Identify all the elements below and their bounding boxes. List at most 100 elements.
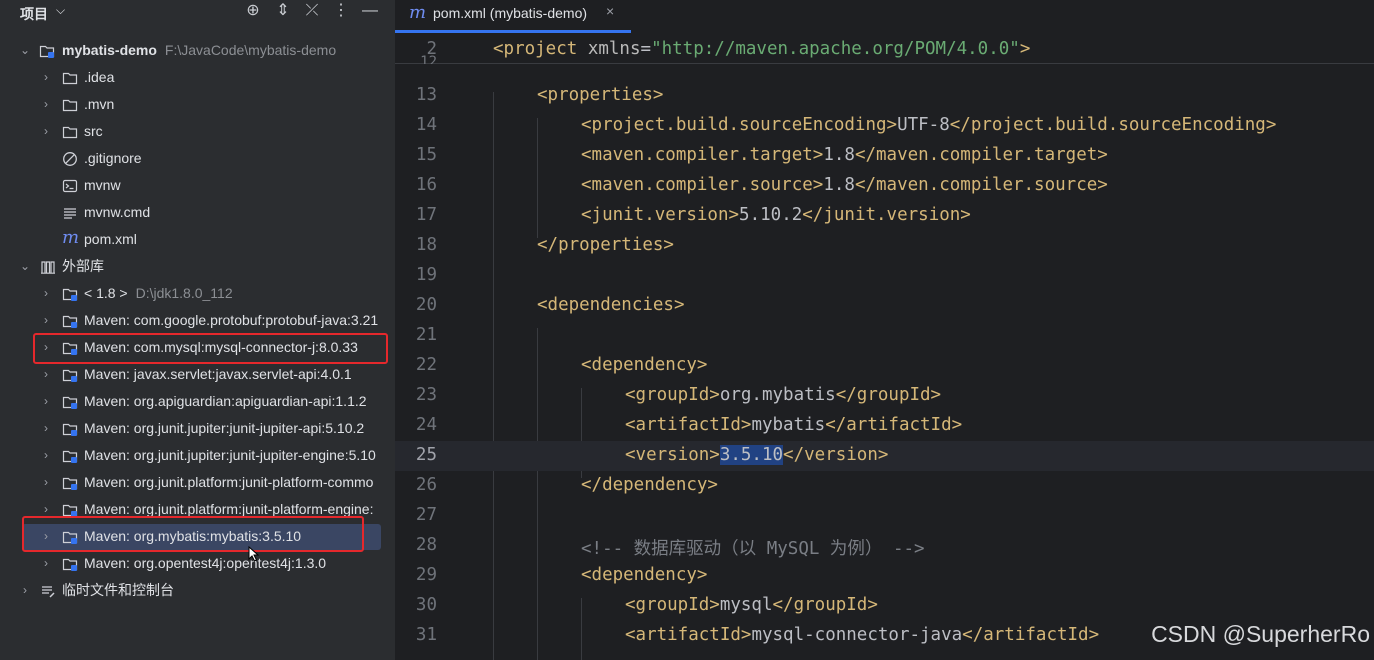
tree-row-jdk[interactable]: › < 1.8 > D:\jdk1.8.0_112 <box>0 280 395 307</box>
tree-row-mvnw-cmd[interactable]: mvnw.cmd <box>0 199 395 226</box>
tree-label: < 1.8 > <box>84 285 128 301</box>
project-panel-title[interactable]: 项目 <box>20 4 48 24</box>
code-line[interactable]: 22 <dependency> <box>395 351 1374 381</box>
tree-path-hint: F:\JavaCode\mybatis-demo <box>164 42 337 58</box>
chevron-right-icon[interactable]: › <box>40 123 52 139</box>
line-number: 21 <box>415 325 437 345</box>
line-number: 26 <box>415 475 437 495</box>
tree-row-maven-library[interactable]: › Maven: javax.servlet:javax.servlet-api… <box>0 361 395 388</box>
code-text: <dependency> <box>581 355 708 375</box>
chevron-right-icon[interactable]: › <box>40 420 52 436</box>
tree-row-maven-library[interactable]: › Maven: org.junit.platform:junit-platfo… <box>0 469 395 496</box>
tree-row-maven-library[interactable]: › Maven: org.junit.jupiter:junit-jupiter… <box>0 442 395 469</box>
code-text: <dependencies> <box>537 295 685 315</box>
tree-row-maven-library[interactable]: › Maven: org.apiguardian:apiguardian-api… <box>0 388 395 415</box>
tree-path-hint: D:\jdk1.8.0_112 <box>135 285 233 301</box>
code-text: <artifactId>mybatis</artifactId> <box>625 415 963 435</box>
code-line[interactable]: 19 <box>395 261 1374 291</box>
chevron-right-icon[interactable]: › <box>40 285 52 301</box>
code-line[interactable]: 27 <box>395 501 1374 531</box>
code-line[interactable]: 21 <box>395 321 1374 351</box>
tree-label: Maven: org.junit.jupiter:junit-jupiter-a… <box>84 420 365 436</box>
code-line[interactable]: 13 <properties> <box>395 81 1374 111</box>
tree-row-project-root[interactable]: ⌄ mybatis-demo F:\JavaCode\mybatis-demo <box>0 37 395 64</box>
tree-row-mvn[interactable]: › .mvn <box>0 91 395 118</box>
tree-row-external-libraries[interactable]: ⌄ 外部库 <box>0 253 395 280</box>
maven-library-icon <box>62 369 78 382</box>
code-text: <maven.compiler.source>1.8</maven.compil… <box>581 175 1108 195</box>
code-line[interactable]: 18 </properties> <box>395 231 1374 261</box>
code-line[interactable]: 16 <maven.compiler.source>1.8</maven.comp… <box>395 171 1374 201</box>
code-text: <dependency> <box>581 565 708 585</box>
code-comment: <!-- 数据库驱动（以 MySQL 为例） --> <box>581 539 925 559</box>
code-text: </properties> <box>537 235 674 255</box>
code-line[interactable]: 28 <!-- 数据库驱动（以 MySQL 为例） --> <box>395 531 1374 561</box>
tree-label: Maven: org.junit.jupiter:junit-jupiter-e… <box>84 447 376 463</box>
hide-panel-icon[interactable]: — <box>360 1 380 21</box>
code-line[interactable]: 26 </dependency> <box>395 471 1374 501</box>
line-number: 31 <box>415 625 437 645</box>
tree-label: 临时文件和控制台 <box>62 582 174 598</box>
options-menu-icon[interactable]: ⋮ <box>331 1 351 21</box>
code-line[interactable]: 30 <groupId>mysql</groupId> <box>395 591 1374 621</box>
expand-all-icon[interactable]: ⇕ <box>273 1 293 21</box>
sticky-code-line: <project xmlns="http://maven.apache.org/… <box>493 39 1031 59</box>
tree-row-idea[interactable]: › .idea <box>0 64 395 91</box>
locate-icon[interactable]: ⊕ <box>243 1 263 21</box>
chevron-right-icon[interactable]: › <box>40 312 52 328</box>
chevron-right-icon[interactable]: › <box>40 501 52 517</box>
text-file-icon <box>64 208 76 219</box>
text-selection: 3.5.10 <box>719 445 784 465</box>
tree-row-pom-xml[interactable]: m pom.xml <box>0 226 395 253</box>
maven-file-icon: m <box>62 227 80 248</box>
chevron-down-icon[interactable]: ⌄ <box>19 42 31 58</box>
line-number: 16 <box>415 175 437 195</box>
tree-label: Maven: org.opentest4j:opentest4j:1.3.0 <box>84 555 327 571</box>
code-line[interactable]: 17 <junit.version>5.10.2</junit.version> <box>395 201 1374 231</box>
close-icon[interactable]: × <box>606 3 614 19</box>
chevron-right-icon[interactable]: › <box>19 582 31 598</box>
tree-row-mvnw[interactable]: mvnw <box>0 172 395 199</box>
code-editor[interactable]: m pom.xml (mybatis-demo) × 2 <project xm… <box>395 0 1374 660</box>
tree-label: Maven: com.google.protobuf:protobuf-java… <box>84 312 379 328</box>
line-number: 13 <box>415 85 437 105</box>
annotation-highlight-box <box>22 516 364 552</box>
tree-row-maven-library[interactable]: › Maven: com.google.protobuf:protobuf-ja… <box>0 307 395 334</box>
line-number: 20 <box>415 295 437 315</box>
tree-label: mvnw.cmd <box>84 204 151 220</box>
tree-row-maven-library[interactable]: › Maven: org.opentest4j:opentest4j:1.3.0 <box>0 550 395 577</box>
folder-icon <box>62 99 78 112</box>
code-tag: <project <box>493 39 588 59</box>
module-folder-icon <box>39 45 55 58</box>
collapse-all-icon[interactable]: ⤫ <box>302 1 322 21</box>
chevron-right-icon[interactable]: › <box>40 393 52 409</box>
tree-row-gitignore[interactable]: .gitignore <box>0 145 395 172</box>
code-line[interactable]: 14 <project.build.sourceEncoding>UTF-8</p… <box>395 111 1374 141</box>
chevron-right-icon[interactable]: › <box>40 366 52 382</box>
code-line[interactable]: 20 <dependencies> <box>395 291 1374 321</box>
code-line[interactable]: 24 <artifactId>mybatis</artifactId> <box>395 411 1374 441</box>
chevron-right-icon[interactable]: › <box>40 555 52 571</box>
tab-pom-xml[interactable]: m pom.xml (mybatis-demo) × <box>395 0 631 33</box>
code-line[interactable]: 23 <groupId>org.mybatis</groupId> <box>395 381 1374 411</box>
tree-row-scratches[interactable]: › 临时文件和控制台 <box>0 577 395 604</box>
tree-label: 外部库 <box>62 258 104 274</box>
code-line[interactable]: 15 <maven.compiler.target>1.8</maven.comp… <box>395 141 1374 171</box>
sticky-scroll-header[interactable]: 2 <project xmlns="http://maven.apache.or… <box>395 33 1374 64</box>
line-number: 30 <box>415 595 437 615</box>
tree-row-src[interactable]: › src <box>0 118 395 145</box>
chevron-right-icon[interactable]: › <box>40 474 52 490</box>
code-line-current[interactable]: 25 <version>3.5.10</version> <box>395 441 1374 471</box>
tree-row-maven-library[interactable]: › Maven: org.junit.jupiter:junit-jupiter… <box>0 415 395 442</box>
code-text: <project.build.sourceEncoding>UTF-8</pro… <box>581 115 1277 135</box>
chevron-right-icon[interactable]: › <box>40 447 52 463</box>
chevron-right-icon[interactable]: › <box>40 96 52 112</box>
line-number-partial: 12 <box>420 54 437 64</box>
chevron-down-icon[interactable]: ⌵ <box>56 3 65 18</box>
code-line[interactable]: 29 <dependency> <box>395 561 1374 591</box>
chevron-right-icon[interactable]: › <box>40 69 52 85</box>
maven-library-icon <box>62 423 78 436</box>
line-number: 22 <box>415 355 437 375</box>
chevron-down-icon[interactable]: ⌄ <box>19 258 31 274</box>
project-panel: 项目 ⌵ ⊕ ⇕ ⤫ ⋮ — ⌄ mybatis-demo F:\JavaCode… <box>0 0 395 660</box>
